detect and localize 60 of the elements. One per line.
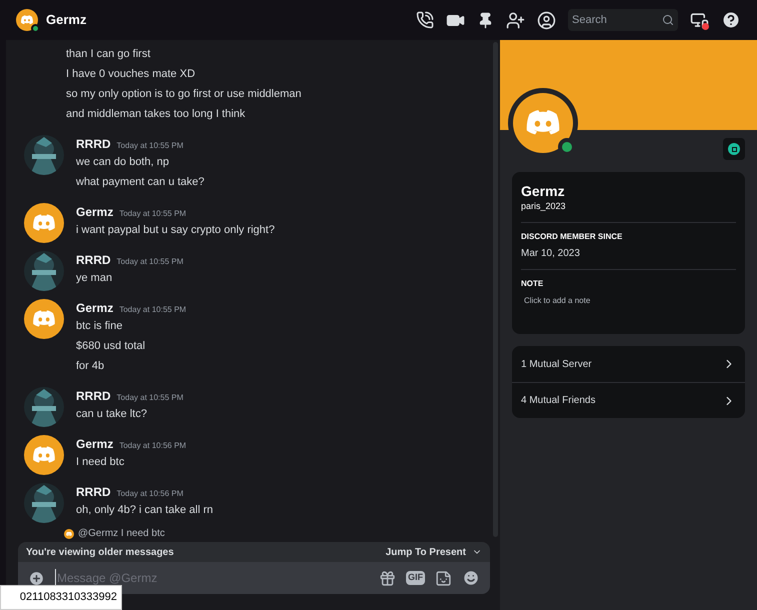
message-text: can u take ltc? — [76, 407, 148, 422]
member-since-date: Mar 10, 2023 — [521, 246, 581, 260]
profile-username: paris_2023 — [521, 200, 567, 213]
tooltip: 0211083310333992 — [0, 585, 122, 610]
help-icon[interactable] — [721, 10, 741, 30]
message-time: Today at 10:56 PM — [116, 488, 184, 500]
author-name[interactable]: Germz — [76, 300, 114, 316]
message-time: Today at 10:55 PM — [116, 140, 184, 152]
jump-to-present-button[interactable]: Jump To Present — [386, 544, 482, 560]
user-avatar — [24, 299, 64, 339]
reply-preview: @Germz I need btc — [78, 528, 165, 540]
section-heading: NOTE — [521, 278, 544, 290]
message-text: and middleman takes too long I think — [66, 107, 246, 122]
message-time: Today at 10:55 PM — [116, 256, 184, 268]
user-avatar — [16, 9, 38, 31]
author-name[interactable]: RRRD — [76, 252, 111, 268]
author-name[interactable]: Germz — [76, 204, 114, 220]
emoji-icon[interactable] — [462, 569, 480, 587]
search-field[interactable]: Search — [568, 9, 678, 31]
channel-title: Germz — [46, 11, 86, 30]
message-text: we can do both, np — [76, 155, 170, 170]
message-text: what payment can u take? — [76, 175, 204, 190]
author-name[interactable]: RRRD — [76, 136, 111, 152]
reply-avatar — [64, 529, 74, 539]
message-time: Today at 10:55 PM — [116, 392, 184, 404]
message-time: Today at 10:55 PM — [119, 304, 186, 316]
message-time: Today at 10:56 PM — [119, 440, 186, 452]
message-text: than I can go first — [66, 47, 152, 62]
gif-button[interactable]: GIF — [406, 571, 425, 585]
user-avatar — [24, 435, 64, 475]
user-profile-icon[interactable] — [537, 10, 556, 30]
message-time: Today at 10:55 PM — [119, 208, 186, 220]
profile-avatar — [513, 93, 573, 153]
section-heading: DISCORD MEMBER SINCE — [521, 230, 624, 242]
message-text: I have 0 vouches mate XD — [66, 67, 196, 82]
badge-icon[interactable] — [723, 138, 745, 160]
mutuals-list-item[interactable]: 1 Mutual Server — [512, 346, 745, 382]
pin-icon[interactable] — [477, 12, 494, 28]
message-text: I need btc — [76, 455, 126, 470]
profile-name: Germz — [521, 182, 566, 200]
message-text: oh, only 4b? i can take all rn — [76, 503, 213, 518]
search-icon — [662, 14, 674, 26]
sticker-icon[interactable] — [435, 570, 452, 586]
author-name[interactable]: RRRD — [76, 484, 111, 500]
user-avatar — [24, 203, 64, 243]
message-text: for 4b — [76, 359, 106, 374]
message-text: ye man — [76, 271, 114, 286]
note-field[interactable]: Click to add a note — [524, 294, 736, 306]
author-name[interactable]: RRRD — [76, 388, 111, 404]
banner-text: You're viewing older messages — [26, 546, 174, 560]
message-text: $680 usd total — [76, 339, 146, 354]
gift-icon[interactable] — [379, 570, 396, 586]
online-status-icon — [31, 24, 40, 33]
mutuals-list-item[interactable]: 4 Mutual Friends — [512, 382, 745, 418]
message-text: btc is fine — [76, 319, 124, 334]
phone-icon[interactable] — [416, 11, 434, 29]
message-text: so my only option is to go first or use middleman — [66, 87, 302, 102]
message-text: i want paypal but u say crypto only right? — [76, 223, 275, 238]
add-user-icon[interactable] — [506, 10, 525, 30]
author-name[interactable]: Germz — [76, 436, 114, 452]
